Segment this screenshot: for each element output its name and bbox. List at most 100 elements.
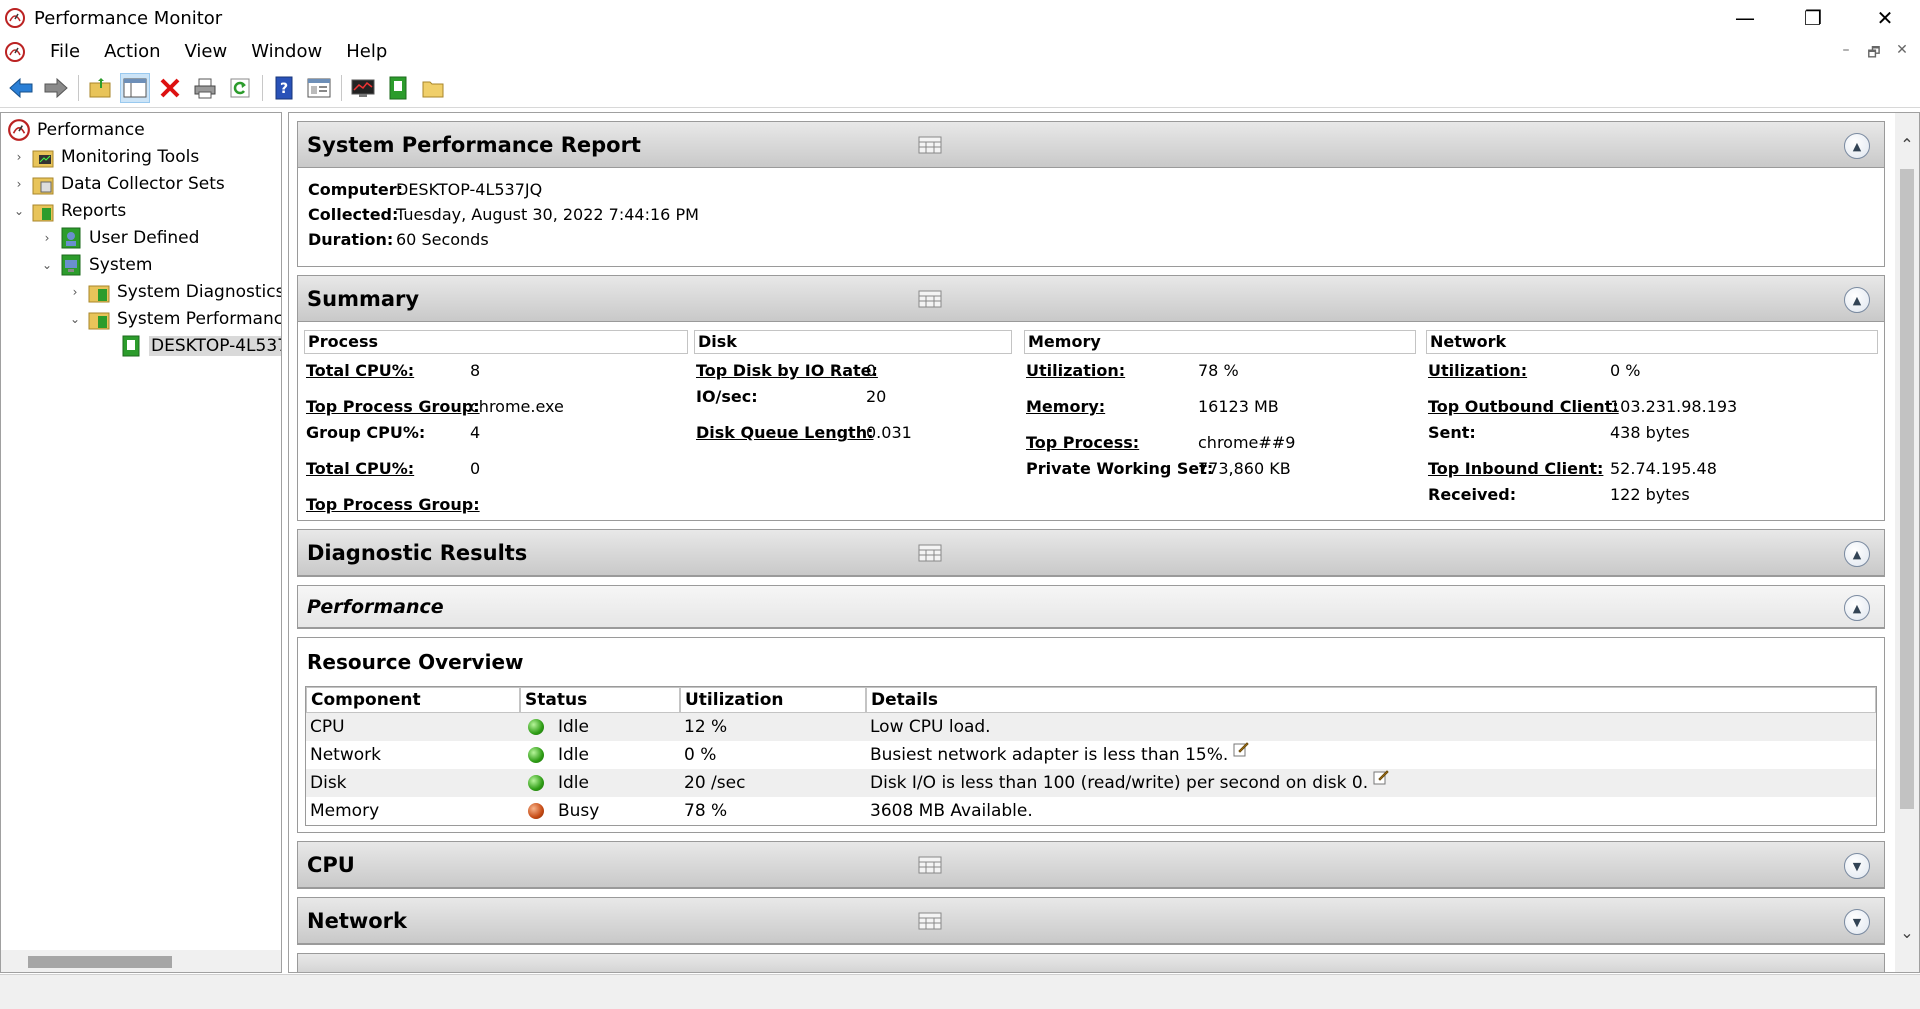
status-cell: Busy [558,801,600,821]
tree-item-user-defined[interactable]: › User Defined [39,225,199,251]
memory-utilization-link[interactable]: Utilization: [1026,361,1125,380]
edit-note-icon[interactable] [1373,769,1389,785]
scrollbar-thumb[interactable] [28,956,172,968]
show-hide-console-tree-button[interactable] [120,72,150,103]
top-inbound-client-link[interactable]: Top Inbound Client: [1428,459,1603,478]
mdi-restore-button[interactable]: 🗗 [1862,42,1886,62]
menu-bar: File Action View Window Help – 🗗 ✕ [0,36,1920,68]
top-process-group-value: chrome.exe [470,397,564,416]
mdi-close-button[interactable]: ✕ [1890,42,1914,62]
tree-item-system-diagnostics[interactable]: › System Diagnostics [67,279,282,305]
computer-value: DESKTOP-4L537JQ [396,180,543,199]
up-folder-button[interactable] [85,73,115,103]
perfmon-document-icon[interactable] [4,41,26,63]
top-process-group-link[interactable]: Top Process Group: [306,397,480,416]
network-utilization-link[interactable]: Utilization: [1428,361,1527,380]
tree-item-system-performance[interactable]: ⌄ System Performance [67,306,281,332]
tree-label: System Diagnostics [117,282,282,302]
expand-chevron-icon[interactable]: › [39,231,55,245]
diagnostic-results-section: Diagnostic Results ▲ [297,529,1885,577]
section-header[interactable]: Summary ▲ [298,276,1884,322]
delete-button[interactable] [155,73,185,103]
help-button[interactable]: ? [269,73,299,103]
collapse-up-icon[interactable]: ▲ [1844,541,1870,567]
report-title: System Performance Report [307,132,641,157]
table-view-icon[interactable] [918,856,942,874]
section-header[interactable] [298,954,1884,972]
resource-overview-section: Resource Overview Component Status Utili… [297,637,1885,833]
expand-chevron-icon[interactable]: › [11,177,27,191]
resource-table: Component Status Utilization Details CPU… [305,686,1877,826]
menu-file[interactable]: File [38,36,92,68]
menu-view[interactable]: View [173,36,240,68]
table-view-icon[interactable] [918,136,942,154]
scroll-down-icon[interactable]: ⌄ [1895,923,1919,947]
collapse-up-icon[interactable]: ▲ [1844,595,1870,621]
table-view-icon[interactable] [918,544,942,562]
top-process-link[interactable]: Top Process: [1026,433,1139,452]
tree-item-reports[interactable]: ⌄ Reports [11,198,126,224]
open-folder-button[interactable] [418,73,448,103]
section-header[interactable]: Performance ▲ [298,586,1884,628]
menu-window[interactable]: Window [239,36,334,68]
collapse-chevron-icon[interactable]: ⌄ [39,258,55,272]
total-cpu-link[interactable]: Total CPU%: [306,361,414,380]
memory-link[interactable]: Memory: [1026,397,1105,416]
maximize-button[interactable]: ❐ [1778,0,1848,36]
expand-down-icon[interactable]: ▼ [1844,853,1870,879]
scrollbar-thumb[interactable] [1900,169,1914,809]
column-header[interactable]: Details [866,687,1876,713]
network-column-header: Network [1426,330,1878,354]
collapse-up-icon[interactable]: ▲ [1844,133,1870,159]
top-outbound-client-link[interactable]: Top Outbound Client: [1428,397,1619,416]
total-cpu-link-2[interactable]: Total CPU%: [306,459,414,478]
table-view-icon[interactable] [918,290,942,308]
menu-action[interactable]: Action [92,36,172,68]
column-header[interactable]: Status [520,687,680,713]
close-button[interactable]: ✕ [1850,0,1920,36]
scroll-up-icon[interactable]: ⌃ [1895,135,1919,159]
top-process-group-link-2[interactable]: Top Process Group: [306,495,480,514]
disk-queue-length-link[interactable]: Disk Queue Length: [696,423,873,442]
top-outbound-client-value: 103.231.98.193 [1610,397,1738,416]
edit-note-icon[interactable] [1233,741,1250,757]
refresh-button[interactable] [225,73,255,103]
expand-down-icon[interactable]: ▼ [1844,909,1870,935]
minimize-button[interactable]: — [1710,0,1780,36]
expand-chevron-icon[interactable]: › [67,285,83,299]
component-cell: Disk [310,773,347,793]
print-button[interactable] [190,73,220,103]
tree-item-data-collector-sets[interactable]: › Data Collector Sets [11,171,225,197]
window-title: Performance Monitor [34,7,223,29]
report-button[interactable] [383,73,413,103]
top-disk-link[interactable]: Top Disk by IO Rate: [696,361,878,380]
diagnostic-results-title: Diagnostic Results [307,540,528,565]
resource-overview-title: Resource Overview [307,650,524,674]
column-header[interactable]: Component [306,687,520,713]
received-label: Received: [1428,485,1517,504]
tree-horizontal-scrollbar[interactable] [1,950,281,972]
table-view-icon[interactable] [918,912,942,930]
section-header[interactable]: Network ▼ [298,898,1884,944]
mdi-minimize-button[interactable]: – [1834,42,1858,62]
collapse-chevron-icon[interactable]: ⌄ [11,204,27,218]
printer-icon [194,78,216,98]
expand-chevron-icon[interactable]: › [11,150,27,164]
column-header[interactable]: Utilization [680,687,866,713]
back-button[interactable] [6,73,36,103]
section-header[interactable]: Diagnostic Results ▲ [298,530,1884,576]
tree-item-system[interactable]: ⌄ System [39,252,152,278]
collapse-up-icon[interactable]: ▲ [1844,287,1870,313]
tree-item-performance[interactable]: Performance [7,117,145,143]
tree-item-desktop-report[interactable]: DESKTOP-4L537J [119,333,281,359]
properties-button[interactable] [304,73,334,103]
section-header[interactable]: CPU ▼ [298,842,1884,888]
menu-help[interactable]: Help [334,36,399,68]
section-header[interactable]: System Performance Report ▲ [298,122,1884,168]
collapse-chevron-icon[interactable]: ⌄ [67,312,83,326]
report-vertical-scrollbar[interactable]: ⌃ ⌄ [1895,113,1919,972]
forward-button[interactable] [41,73,71,103]
performance-monitor-button[interactable] [348,73,378,103]
cpu-title: CPU [307,852,355,877]
tree-item-monitoring-tools[interactable]: › Monitoring Tools [11,144,199,170]
